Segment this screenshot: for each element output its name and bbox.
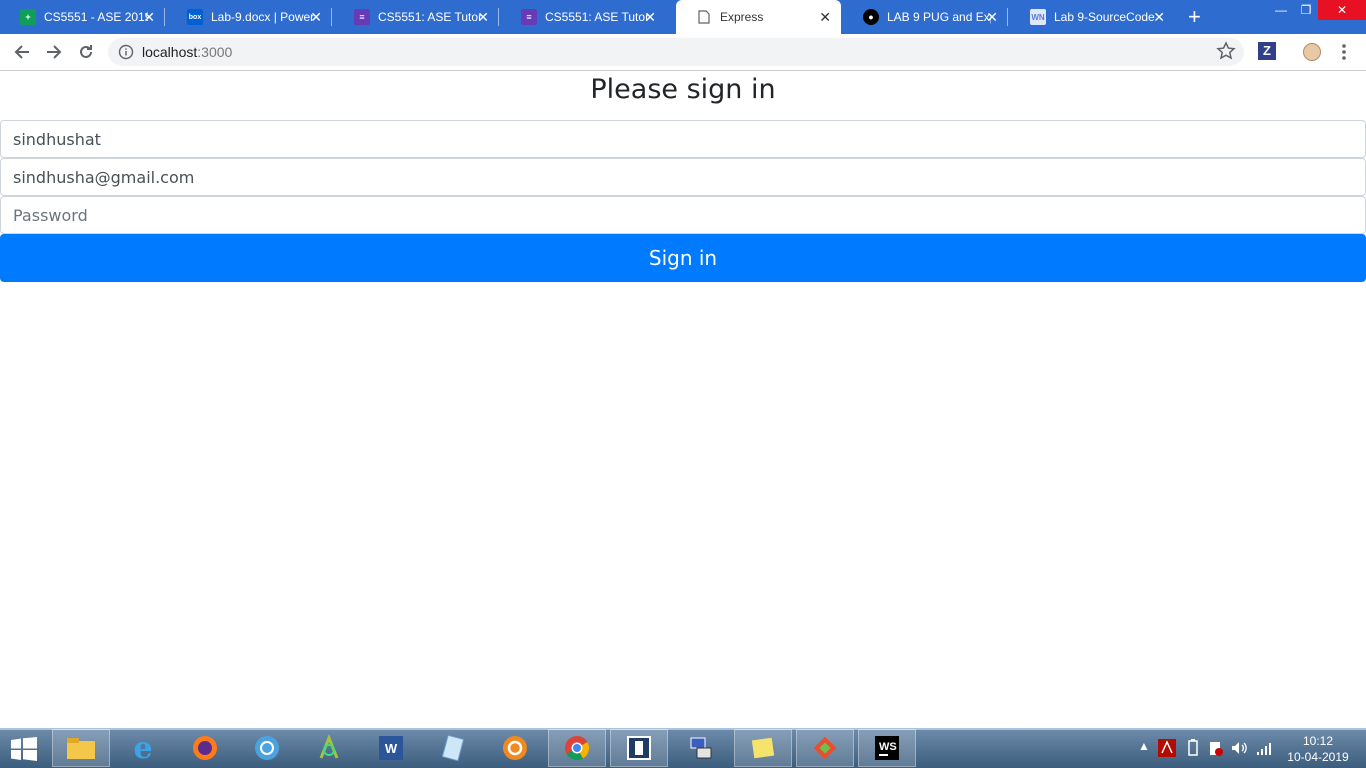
avatar[interactable]: [1303, 43, 1321, 61]
tab-title: Express: [720, 10, 764, 24]
bookmark-star-icon[interactable]: [1216, 41, 1236, 61]
minimize-button[interactable]: —: [1268, 0, 1294, 20]
close-icon[interactable]: ✕: [143, 9, 155, 25]
email-field[interactable]: [0, 158, 1366, 196]
clock-date: 10-04-2019: [1287, 750, 1349, 764]
firefox-icon[interactable]: [176, 729, 234, 767]
tab-title: CS5551 - ASE 2019: [44, 10, 148, 24]
sign-in-button[interactable]: Sign in: [0, 234, 1366, 282]
close-icon[interactable]: ✕: [644, 9, 656, 25]
tab-title: CS5551: ASE Tutor: [545, 10, 649, 24]
tab-divider: [164, 8, 165, 26]
network-icon[interactable]: [672, 729, 730, 767]
url-text[interactable]: localhost:3000: [142, 44, 232, 60]
forms-icon: ≡: [354, 9, 370, 25]
volume-icon[interactable]: [1230, 739, 1248, 757]
chrome-icon[interactable]: [548, 729, 606, 767]
acrobat-icon[interactable]: [1158, 739, 1176, 757]
reload-button[interactable]: [74, 40, 98, 64]
github-icon: ●: [863, 9, 879, 25]
url-port: :3000: [197, 44, 233, 60]
tab-strip: + CS5551 - ASE 2019 ✕ box Lab-9.docx | P…: [0, 0, 1366, 34]
close-icon[interactable]: ✕: [1153, 9, 1165, 25]
git-icon[interactable]: [796, 729, 854, 767]
svg-text:W: W: [385, 741, 398, 756]
app-icon[interactable]: [610, 729, 668, 767]
zotero-extension-icon[interactable]: Z: [1258, 42, 1276, 60]
tab-title: Lab-9.docx | Power: [211, 10, 315, 24]
restore-button[interactable]: ❐: [1296, 0, 1316, 20]
windows-start-icon[interactable]: [10, 737, 38, 761]
wiki-icon: WN: [1030, 9, 1046, 25]
tab-lab9-sourcecode[interactable]: WN Lab 9-SourceCode ✕: [1010, 0, 1175, 34]
box-icon: box: [187, 9, 203, 25]
tab-title: Lab 9-SourceCode: [1054, 10, 1155, 24]
close-icon[interactable]: ✕: [310, 9, 322, 25]
word-icon[interactable]: W: [362, 729, 420, 767]
internet-explorer-icon[interactable]: e: [114, 729, 172, 767]
battery-icon[interactable]: [1188, 739, 1198, 757]
close-icon[interactable]: ✕: [819, 9, 831, 25]
tab-divider: [331, 8, 332, 26]
ubuntu-icon[interactable]: [486, 729, 544, 767]
webstorm-icon[interactable]: WS: [858, 729, 916, 767]
back-arrow-icon: [14, 45, 29, 59]
sticky-notes-icon[interactable]: [734, 729, 792, 767]
reload-icon: [80, 45, 92, 58]
close-icon[interactable]: ✕: [986, 9, 998, 25]
page-title: Please sign in: [590, 74, 776, 105]
more-menu-icon[interactable]: [1338, 42, 1350, 62]
svg-text:WS: WS: [879, 741, 897, 753]
page-content: Please sign in Sign in: [0, 71, 1366, 728]
tab-divider: [1007, 8, 1008, 26]
file-explorer-icon[interactable]: [52, 729, 110, 767]
tab-divider: [498, 8, 499, 26]
forward-button[interactable]: [42, 40, 66, 64]
tab-ase-tutor-1[interactable]: ≡ CS5551: ASE Tutor ✕: [334, 0, 499, 34]
address-bar[interactable]: localhost:3000: [108, 38, 1244, 66]
new-tab-button[interactable]: +: [1188, 4, 1201, 30]
forms-icon: ≡: [521, 9, 537, 25]
page-icon: [696, 9, 712, 25]
tab-lab9-pug[interactable]: ● LAB 9 PUG and Exp ✕: [843, 0, 1008, 34]
show-hidden-icons-icon[interactable]: ▲: [1138, 739, 1150, 757]
clock-time: 10:12: [1302, 734, 1334, 748]
system-clock[interactable]: 10:12 10-04-2019: [1286, 733, 1350, 765]
url-host: localhost: [142, 44, 198, 60]
close-icon[interactable]: ✕: [477, 9, 489, 25]
tab-ase-tutor-2[interactable]: ≡ CS5551: ASE Tutor ✕: [501, 0, 666, 34]
wifi-signal-icon[interactable]: [1256, 739, 1272, 757]
tab-title: CS5551: ASE Tutor: [378, 10, 482, 24]
notepad-icon[interactable]: [424, 729, 482, 767]
password-field[interactable]: [0, 196, 1366, 234]
sheets-icon: +: [20, 9, 36, 25]
close-window-button[interactable]: ✕: [1318, 0, 1366, 20]
tab-lab9-docx[interactable]: box Lab-9.docx | Power ✕: [167, 0, 332, 34]
browser-toolbar: localhost:3000: [0, 34, 1366, 71]
tab-cs5551-ase[interactable]: + CS5551 - ASE 2019 ✕: [0, 0, 165, 34]
info-icon[interactable]: [118, 44, 134, 60]
tab-express[interactable]: Express ✕: [676, 0, 841, 34]
tab-title: LAB 9 PUG and Exp: [887, 10, 991, 24]
android-studio-icon[interactable]: [300, 729, 358, 767]
back-button[interactable]: [10, 40, 34, 64]
forward-arrow-icon: [47, 45, 62, 59]
app-icon[interactable]: [238, 729, 296, 767]
username-field[interactable]: [0, 120, 1366, 158]
notification-icon[interactable]: [1208, 739, 1224, 757]
